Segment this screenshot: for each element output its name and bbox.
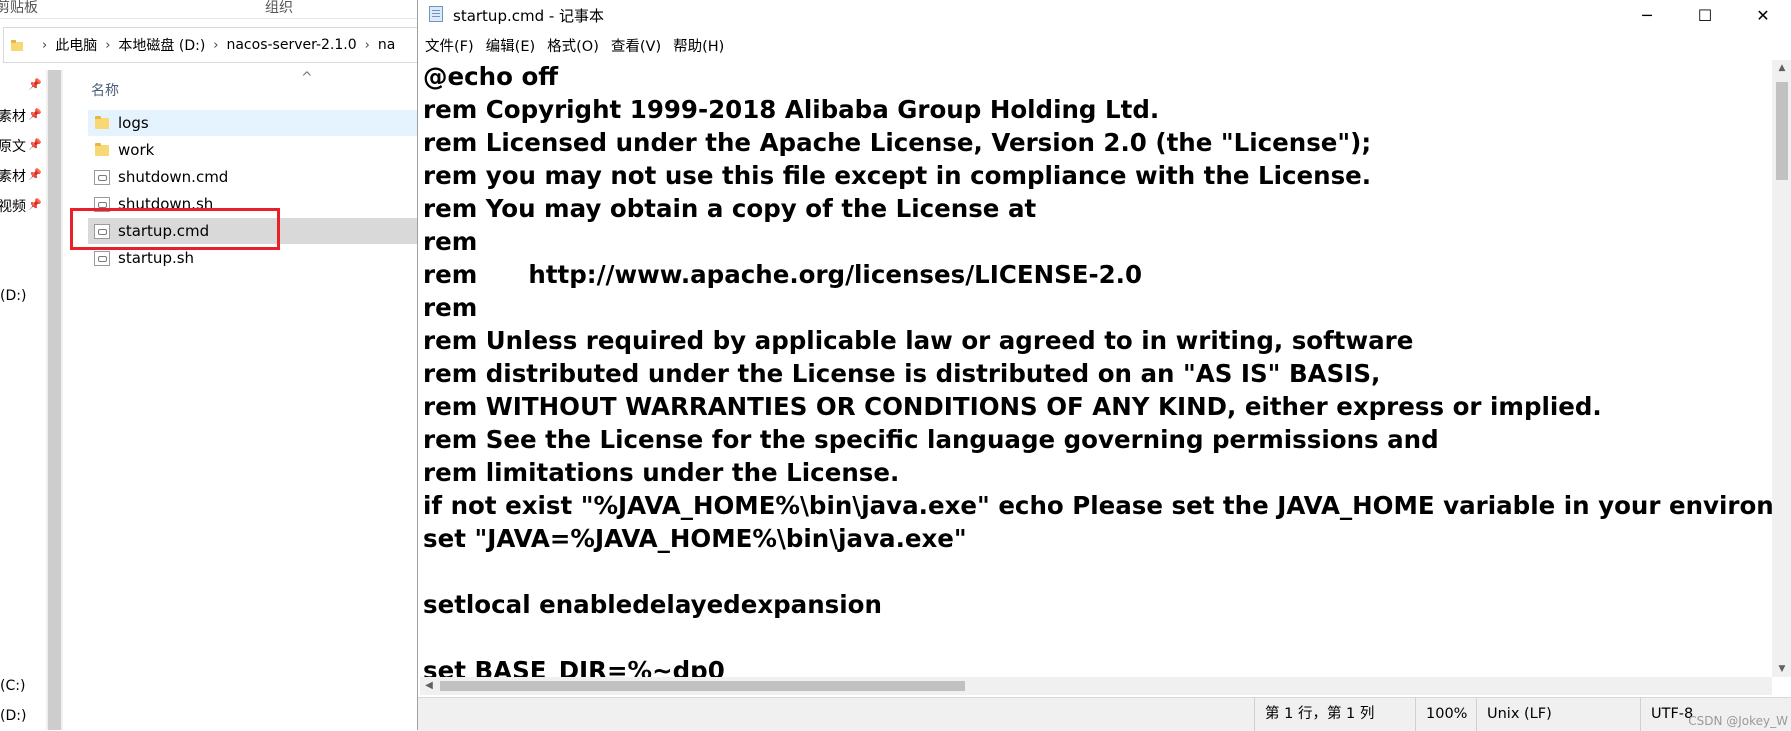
- file-row-shutdown-cmd[interactable]: shutdown.cmd: [88, 164, 420, 190]
- file-list: 名称 ^ logs work shutdown.cmd shutdown.sh …: [64, 70, 420, 730]
- script-file-icon: [94, 170, 110, 185]
- menu-file[interactable]: 文件(F): [425, 35, 474, 56]
- editor-line: rem: [423, 293, 478, 322]
- script-file-icon: [94, 251, 110, 266]
- pin-icon: 📌: [28, 198, 42, 211]
- column-header-name[interactable]: 名称: [91, 80, 119, 100]
- close-button[interactable]: ✕: [1734, 0, 1791, 30]
- editor-line: set "JAVA=%JAVA_HOME%\bin\java.exe": [423, 524, 967, 553]
- file-name: work: [118, 141, 155, 159]
- editor-line: setlocal enabledelayedexpansion: [423, 590, 882, 619]
- menu-view[interactable]: 查看(V): [611, 35, 661, 56]
- editor-line: rem Copyright 1999-2018 Alibaba Group Ho…: [423, 95, 1160, 124]
- notepad-app-icon: [429, 6, 443, 22]
- scroll-up-arrow-icon[interactable]: ▲: [1772, 60, 1791, 76]
- scrollbar-thumb[interactable]: [440, 681, 965, 691]
- breadcrumb-current[interactable]: na: [378, 37, 395, 53]
- breadcrumb-local-disk-d[interactable]: 本地磁盘 (D:): [118, 35, 205, 55]
- status-line-ending: Unix (LF): [1476, 698, 1607, 731]
- ribbon: 剪贴板 组织: [0, 0, 420, 19]
- file-row-work[interactable]: work: [88, 137, 420, 163]
- breadcrumb-this-pc[interactable]: 此电脑: [55, 35, 97, 55]
- pin-icon: 📌: [28, 78, 42, 91]
- watermark: CSDN @Jokey_W: [1688, 714, 1788, 728]
- highlight-annotation-box: [70, 208, 280, 250]
- editor-line: rem You may obtain a copy of the License…: [423, 194, 1037, 223]
- notepad-window: startup.cmd - 记事本 ─ ☐ ✕ 文件(F) 编辑(E) 格式(O…: [417, 0, 1791, 731]
- nav-item-drive-c[interactable]: (C:): [0, 678, 25, 694]
- pin-icon: 📌: [28, 108, 42, 121]
- folder-icon: [94, 115, 110, 131]
- chevron-right-icon: ›: [42, 37, 48, 53]
- editor-line: rem http://www.apache.org/licenses/LICEN…: [423, 260, 1143, 289]
- horizontal-scrollbar[interactable]: ◀: [420, 677, 1772, 695]
- editor-line: rem: [423, 227, 478, 256]
- file-row-logs[interactable]: logs: [88, 110, 420, 136]
- scrollbar-thumb[interactable]: [48, 70, 61, 730]
- scrollbar-thumb[interactable]: [1776, 82, 1788, 180]
- chevron-right-icon: ›: [213, 37, 219, 53]
- editor-line: rem Licensed under the Apache License, V…: [423, 128, 1372, 157]
- folder-icon: [94, 142, 110, 158]
- menu-help[interactable]: 帮助(H): [673, 35, 724, 56]
- pin-icon: 📌: [28, 138, 42, 151]
- editor-line: rem See the License for the specific lan…: [423, 425, 1439, 454]
- ribbon-group-clipboard: 剪贴板: [0, 0, 38, 16]
- editor-line: @echo off: [423, 62, 559, 91]
- editor-line: rem WITHOUT WARRANTIES OR CONDITIONS OF …: [423, 392, 1602, 421]
- editor-line: if not exist "%JAVA_HOME%\bin\java.exe" …: [423, 491, 1772, 520]
- menu-format[interactable]: 格式(O): [547, 35, 599, 56]
- title-bar[interactable]: startup.cmd - 记事本 ─ ☐ ✕: [418, 0, 1791, 30]
- nav-item-quick-4[interactable]: 视频: [0, 196, 26, 216]
- text-editor-area[interactable]: @echo off rem Copyright 1999-2018 Alibab…: [420, 60, 1772, 677]
- menu-bar: 文件(F) 编辑(E) 格式(O) 查看(V) 帮助(H): [418, 32, 1791, 58]
- editor-line: rem distributed under the License is dis…: [423, 359, 1381, 388]
- sort-ascending-icon: ^: [301, 70, 313, 86]
- ribbon-group-organize: 组织: [265, 0, 293, 16]
- file-name: shutdown.cmd: [118, 168, 229, 186]
- navigation-scrollbar[interactable]: [46, 70, 63, 730]
- menu-edit[interactable]: 编辑(E): [486, 35, 535, 56]
- folder-icon: [10, 39, 24, 51]
- nav-item-drive-d[interactable]: (D:): [0, 288, 26, 304]
- scroll-left-arrow-icon[interactable]: ◀: [420, 677, 438, 695]
- editor-line: rem Unless required by applicable law or…: [423, 326, 1414, 355]
- address-bar[interactable]: › 此电脑 › 本地磁盘 (D:) › nacos-server-2.1.0 ›…: [3, 27, 420, 63]
- navigation-pane: 📌 素材 📌 原文 📌 素材 📌 视频 📌 (D:) (C:) (D:): [0, 70, 46, 730]
- scroll-down-arrow-icon[interactable]: ▼: [1772, 661, 1791, 677]
- pin-icon: 📌: [28, 168, 42, 181]
- file-name: logs: [118, 114, 149, 132]
- nav-item-quick-2[interactable]: 原文: [0, 136, 26, 156]
- editor-line: rem you may not use this file except in …: [423, 161, 1372, 190]
- vertical-scrollbar[interactable]: ▲ ▼: [1772, 60, 1791, 677]
- status-cursor-position: 第 1 行，第 1 列: [1254, 698, 1415, 731]
- editor-line: rem limitations under the License.: [423, 458, 900, 487]
- breadcrumb-nacos-server[interactable]: nacos-server-2.1.0: [226, 37, 356, 53]
- chevron-right-icon: ›: [105, 37, 111, 53]
- nav-item-quick-3[interactable]: 素材: [0, 166, 26, 186]
- status-bar: 第 1 行，第 1 列 100% Unix (LF) UTF-8 CSDN @J…: [418, 697, 1791, 731]
- minimize-button[interactable]: ─: [1618, 0, 1676, 30]
- status-zoom: 100%: [1415, 698, 1476, 731]
- window-title: startup.cmd - 记事本: [453, 7, 605, 25]
- maximize-button[interactable]: ☐: [1676, 0, 1734, 30]
- file-name: startup.sh: [118, 249, 195, 267]
- file-explorer-window: 剪贴板 组织 › 此电脑 › 本地磁盘 (D:) › nacos-server-…: [0, 0, 420, 730]
- editor-line: set BASE_DIR=%~dp0: [423, 656, 725, 677]
- chevron-right-icon: ›: [364, 37, 370, 53]
- nav-item-drive-d-2[interactable]: (D:): [0, 708, 26, 724]
- nav-item-quick-1[interactable]: 素材: [0, 106, 26, 126]
